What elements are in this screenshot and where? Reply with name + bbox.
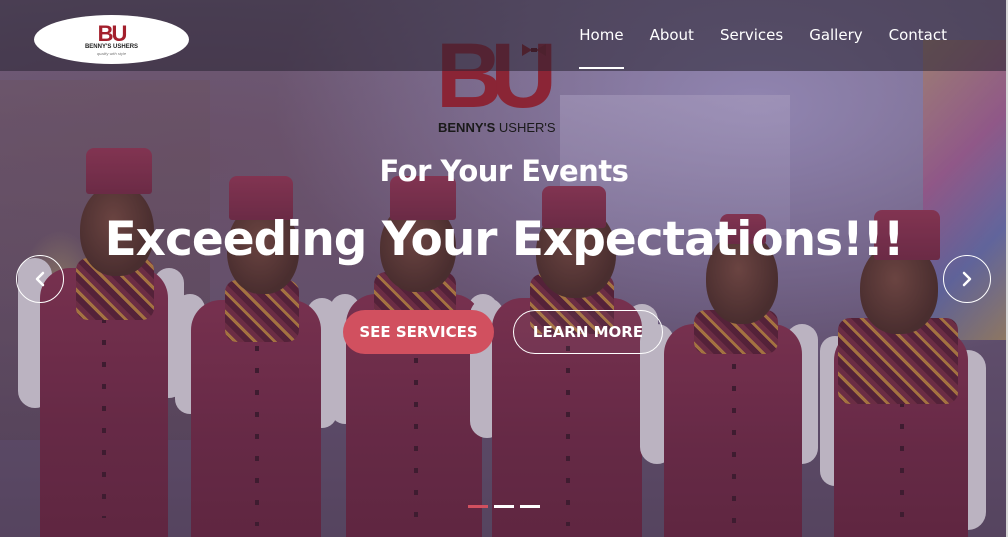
nav-item-about[interactable]: About (637, 0, 707, 71)
carousel-prev-button[interactable] (16, 255, 64, 303)
site-logo[interactable]: BU BENNY'S USHERS quality with style (34, 15, 189, 64)
hero-headline: Exceeding Your Expectations!!! (104, 212, 905, 267)
carousel-indicator[interactable] (468, 505, 488, 508)
logo-name: BENNY'S USHERS (84, 43, 139, 50)
nav-item-services[interactable]: Services (707, 0, 796, 71)
hero-logo-text: BENNY'S USHER'S (438, 120, 574, 135)
carousel-next-button[interactable] (943, 255, 991, 303)
chevron-right-icon (962, 271, 972, 287)
main-menu: Home About Services Gallery Contact (566, 0, 960, 71)
hero-logo-name-bold: BENNY'S (438, 120, 496, 135)
nav-item-home[interactable]: Home (566, 0, 636, 71)
top-navbar: BU BENNY'S USHERS quality with style Hom… (0, 0, 1008, 71)
chevron-left-icon (35, 271, 45, 287)
see-services-button[interactable]: SEE SERVICES (343, 310, 494, 354)
logo-mark: BU (97, 20, 128, 46)
carousel-indicators (468, 505, 540, 508)
hero-tagline: For Your Events (379, 154, 629, 188)
logo-tagline: quality with style (96, 50, 127, 56)
hero-logo-name-thin: USHER'S (495, 120, 556, 135)
carousel-indicator[interactable] (520, 505, 540, 508)
nav-item-contact[interactable]: Contact (876, 0, 960, 71)
nav-item-gallery[interactable]: Gallery (796, 0, 875, 71)
learn-more-button[interactable]: LEARN MORE (513, 310, 663, 354)
carousel-indicator[interactable] (494, 505, 514, 508)
